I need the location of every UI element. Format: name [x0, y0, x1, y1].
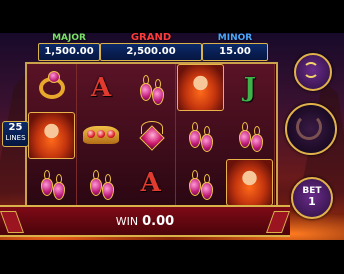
bet-value: 1: [308, 195, 316, 208]
letter-j-icon: J: [243, 72, 257, 103]
symbol-letter-A: A: [126, 159, 175, 206]
lines-count: 25: [8, 122, 23, 133]
symbol-lady: [176, 64, 225, 111]
reel-4: [175, 64, 226, 207]
jackpot-minor-title: MINOR: [217, 33, 253, 43]
ring-icon: [38, 70, 65, 99]
earrings-icon: [86, 166, 116, 200]
symbol-earrings: [77, 159, 126, 206]
jackpot-grand-title: GRAND: [130, 32, 172, 43]
win-label: WIN: [115, 214, 139, 228]
symbol-earrings: [176, 112, 225, 159]
symbol-lady: [225, 159, 274, 206]
letter-a-icon: A: [140, 167, 161, 198]
earrings-icon: [185, 166, 215, 200]
autospin-icon: [303, 62, 319, 78]
reel-1: [27, 64, 77, 207]
earrings-icon: [235, 118, 265, 152]
jackpot-minor-value: 15.00: [202, 43, 268, 61]
letter-a-icon: A: [91, 72, 112, 103]
jackpot-major-value: 1,500.00: [38, 43, 100, 61]
reel-2: A: [76, 64, 127, 207]
reel-5: J: [225, 64, 276, 207]
lines-label: LINES: [5, 134, 26, 142]
jackpot-grand-value: 2,500.00: [100, 43, 202, 61]
fire-lady-icon: [28, 111, 75, 159]
spin-icon: [296, 114, 322, 140]
symbol-letter-A: A: [77, 64, 126, 111]
earrings-icon: [37, 166, 67, 200]
symbol-ring: [27, 64, 76, 111]
jackpot-major-title: MAJOR: [52, 33, 86, 43]
fire-lady-icon: [226, 159, 274, 206]
jackpot-minor: MINOR 15.00: [202, 33, 268, 61]
symbol-earrings: [126, 64, 175, 111]
fire-lady-icon: [176, 64, 224, 111]
symbol-heart-pendant: [126, 112, 175, 159]
earrings-icon: [185, 118, 215, 152]
reel-grid: A A J: [25, 62, 278, 209]
bet-button[interactable]: BET 1: [291, 177, 333, 219]
win-bar: WIN 0.00: [0, 205, 291, 237]
jackpot-grand: GRAND 2,500.00: [100, 33, 202, 61]
symbol-lady: [27, 111, 76, 159]
earrings-icon: [136, 71, 166, 105]
lines-indicator: 25 LINES: [2, 121, 29, 147]
autospin-button[interactable]: [294, 53, 332, 91]
win-value: 0.00: [142, 213, 175, 229]
symbol-earrings: [225, 112, 274, 159]
crown-icon: [83, 126, 120, 144]
reel-3: A: [126, 64, 177, 207]
symbol-earrings: [176, 159, 225, 206]
heart-pendant-icon: [137, 121, 165, 151]
symbol-earrings: [27, 159, 76, 206]
symbol-letter-J: J: [225, 64, 274, 111]
symbol-crown: [77, 112, 126, 159]
spin-button[interactable]: [285, 103, 337, 155]
jackpot-major: MAJOR 1,500.00: [38, 33, 100, 61]
